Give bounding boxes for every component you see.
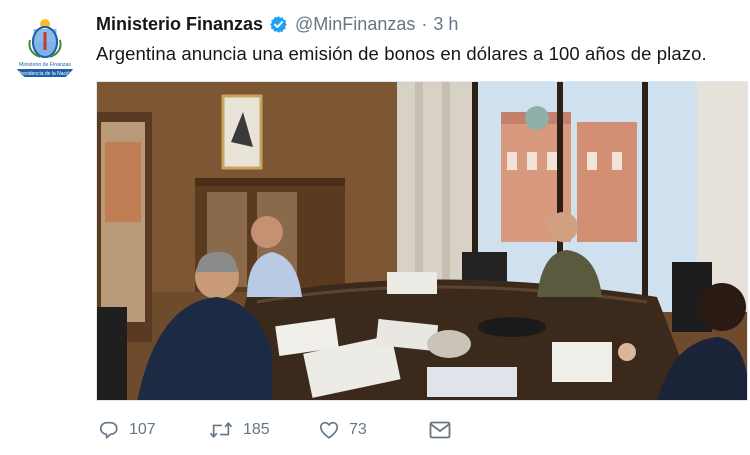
direct-message-button[interactable] [428,419,452,441]
retweet-count: 185 [243,421,270,438]
retweet-button[interactable]: 185 [208,419,318,441]
reply-button[interactable]: 107 [98,419,208,441]
argentina-coat-of-arms-logo: Ministerio de Finanzas Presidencia de la… [10,10,80,84]
reply-icon [99,421,118,439]
reply-count: 107 [129,421,156,438]
avatar[interactable]: Ministerio de Finanzas Presidencia de la… [10,10,80,84]
meeting-room-photo [97,82,747,400]
direct-message-icon [429,421,451,439]
avatar-line-2: Presidencia de la Nación [17,71,73,77]
like-count: 73 [349,421,367,438]
tweet-photo[interactable] [96,81,748,401]
display-name[interactable]: Ministerio Finanzas [96,14,263,35]
avatar-line-1: Ministerio de Finanzas [19,62,71,68]
tweet-header: Ministerio Finanzas @MinFinanzas · 3 h [96,14,458,35]
timestamp[interactable]: 3 h [433,14,458,35]
verified-badge-icon [269,15,288,34]
like-icon [319,421,339,439]
tweet-text: Argentina anuncia una emisión de bonos e… [96,43,707,64]
retweet-icon [209,421,233,439]
separator: · [421,14,428,34]
like-button[interactable]: 73 [318,419,428,441]
tweet-actions: 107 185 73 [98,419,452,441]
handle[interactable]: @MinFinanzas [295,14,415,35]
